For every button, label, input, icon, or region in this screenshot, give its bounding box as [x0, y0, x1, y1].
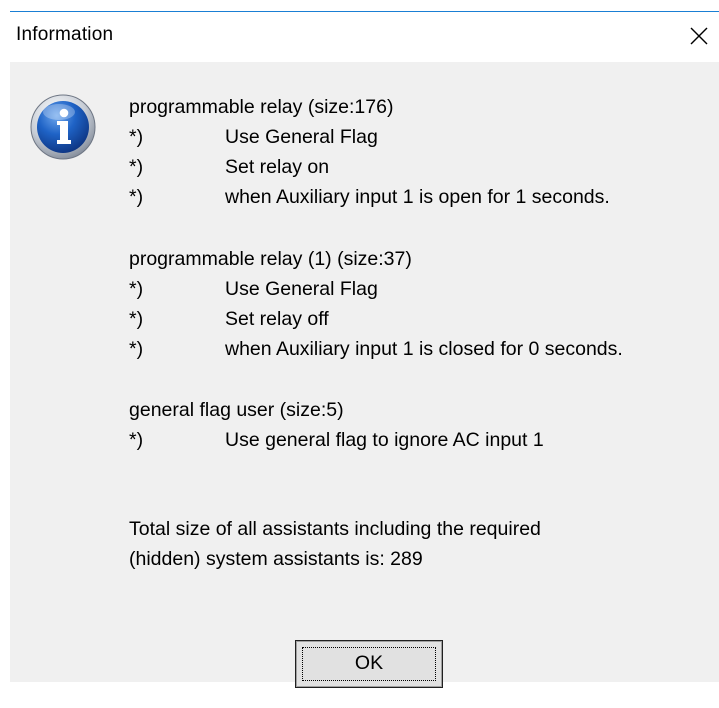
list-item-text: Use general flag to ignore AC input 1: [225, 429, 544, 451]
list-item-text: when Auxiliary input 1 is closed for 0 s…: [225, 338, 623, 360]
close-icon: [690, 27, 708, 45]
summary-line-1: Total size of all assistants including t…: [129, 518, 541, 540]
summary-line-2: (hidden) system assistants is: 289: [129, 548, 423, 570]
list-item: *) Use general flag to ignore AC input 1: [129, 425, 544, 455]
bullet-marker: *): [129, 429, 144, 451]
close-button[interactable]: [681, 16, 719, 56]
section-heading: programmable relay (1) (size:37): [129, 248, 412, 270]
list-item-text: when Auxiliary input 1 is open for 1 sec…: [225, 186, 610, 208]
bullet-marker: *): [129, 308, 144, 330]
ok-button-label: OK: [354, 652, 384, 674]
list-item: *) Set relay off: [129, 304, 412, 334]
ok-button[interactable]: OK: [295, 640, 443, 688]
bullet-marker: *): [129, 186, 144, 208]
list-item-text: Use General Flag: [225, 126, 378, 148]
list-item: *) Set relay on: [129, 152, 393, 182]
bullet-marker: *): [129, 338, 144, 360]
info-icon: [30, 94, 96, 160]
list-item: *) when Auxiliary input 1 is closed for …: [129, 334, 623, 364]
summary-text: Total size of all assistants including t…: [129, 514, 541, 574]
list-item: *) when Auxiliary input 1 is open for 1 …: [129, 182, 610, 212]
list-item-text: Use General Flag: [225, 278, 378, 300]
section-3: general flag user (size:5) *) Use genera…: [129, 395, 544, 455]
list-item-text: Set relay on: [225, 156, 330, 178]
list-item-text: Set relay off: [225, 308, 329, 330]
information-dialog: Information programmable relay (size:176…: [0, 0, 719, 708]
bullet-marker: *): [129, 278, 144, 300]
section-heading: programmable relay (size:176): [129, 96, 394, 118]
list-item: *) Use General Flag: [129, 274, 412, 304]
bullet-marker: *): [129, 156, 144, 178]
window-title: Information: [16, 24, 114, 45]
section-2: programmable relay (1) (size:37) *) Use …: [129, 244, 623, 364]
bullet-marker: *): [129, 126, 144, 148]
list-item: *) Use General Flag: [129, 122, 393, 152]
section-1: programmable relay (size:176) *) Use Gen…: [129, 92, 610, 212]
section-heading: general flag user (size:5): [129, 399, 344, 421]
